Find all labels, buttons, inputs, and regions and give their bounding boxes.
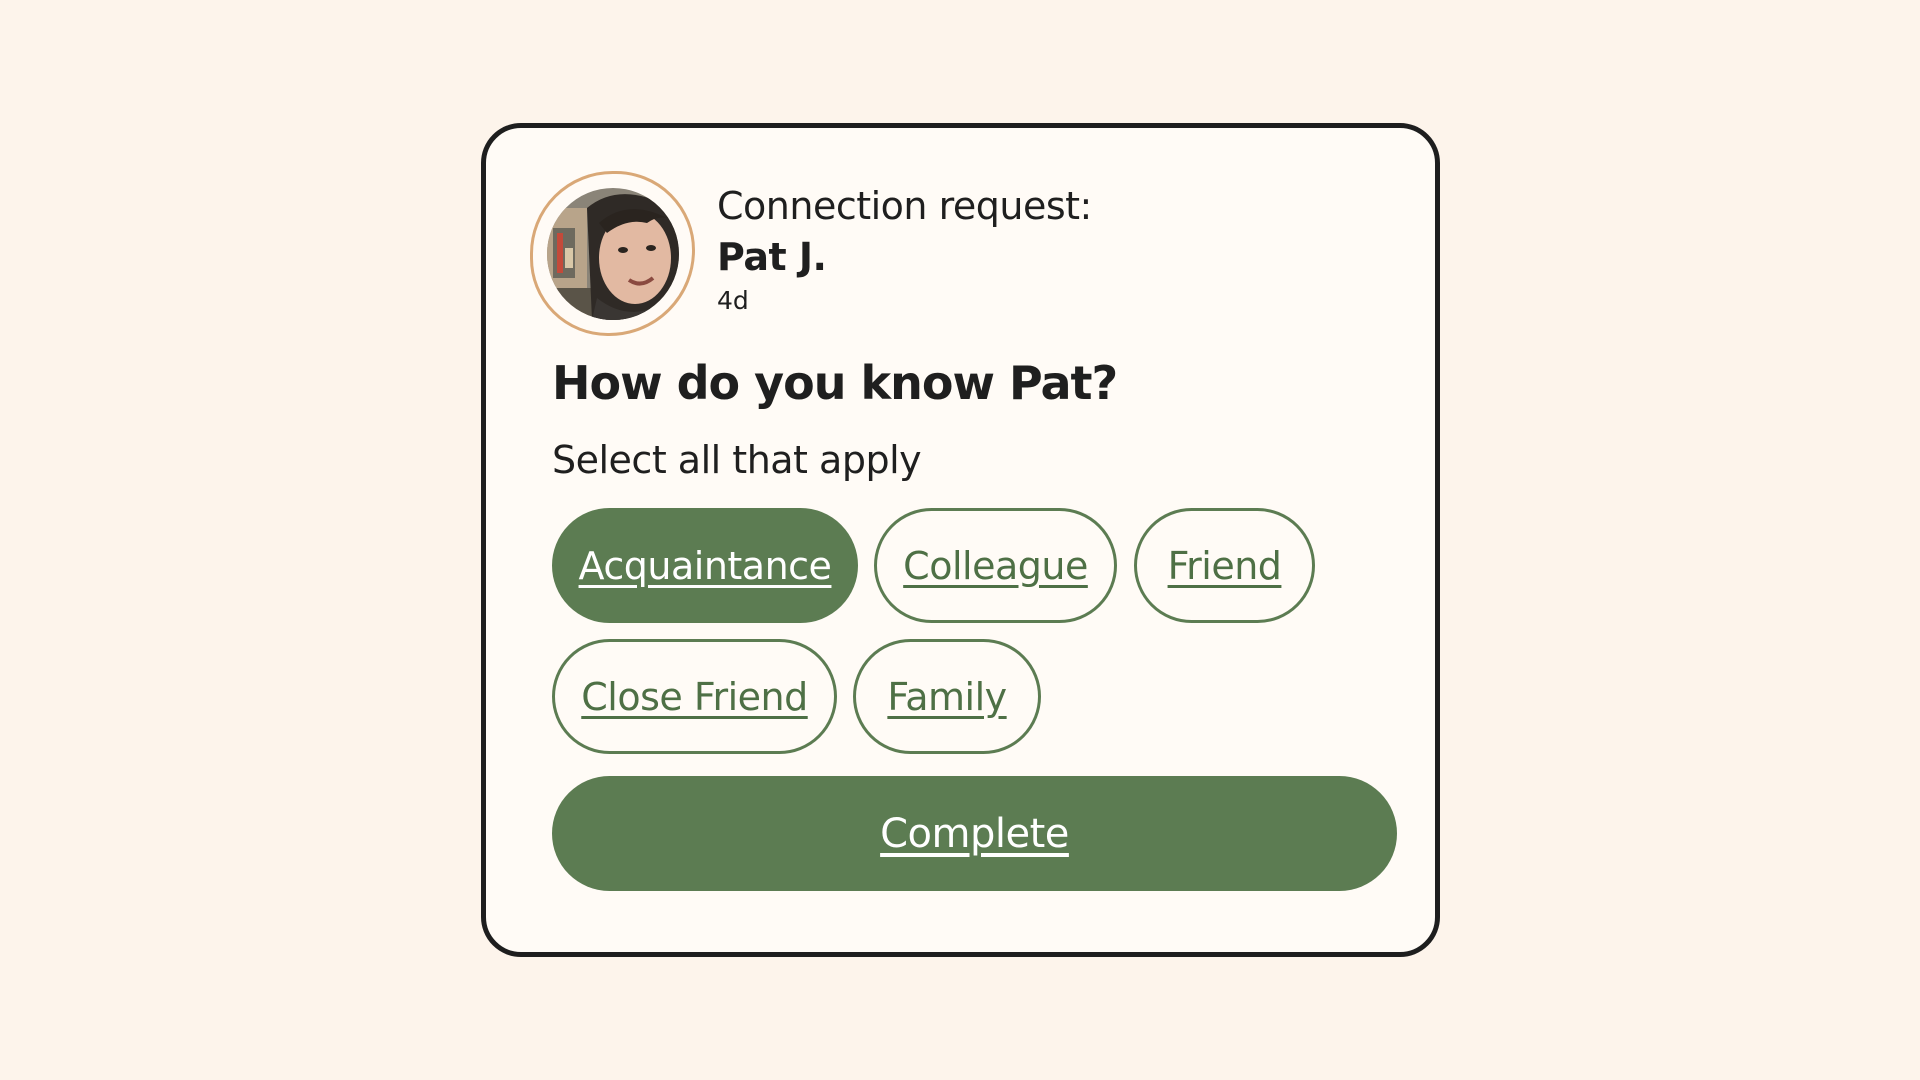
connection-request-card: Connection request: Pat J. 4d How do you… — [481, 123, 1440, 957]
option-family[interactable]: Family — [853, 639, 1041, 754]
requester-name: Pat J. — [717, 235, 827, 279]
option-close-friend[interactable]: Close Friend — [552, 639, 837, 754]
question-heading: How do you know Pat? — [552, 356, 1118, 410]
select-hint: Select all that apply — [552, 438, 922, 482]
complete-button[interactable]: Complete — [552, 776, 1397, 891]
request-age: 4d — [717, 286, 749, 315]
avatar — [530, 171, 695, 336]
avatar-photo-image — [546, 187, 679, 320]
request-header: Connection request: Pat J. 4d — [717, 182, 1092, 318]
request-label: Connection request: — [717, 184, 1092, 228]
option-acquaintance[interactable]: Acquaintance — [552, 508, 858, 623]
avatar-photo — [546, 187, 679, 320]
option-friend[interactable]: Friend — [1134, 508, 1315, 623]
option-colleague[interactable]: Colleague — [874, 508, 1117, 623]
